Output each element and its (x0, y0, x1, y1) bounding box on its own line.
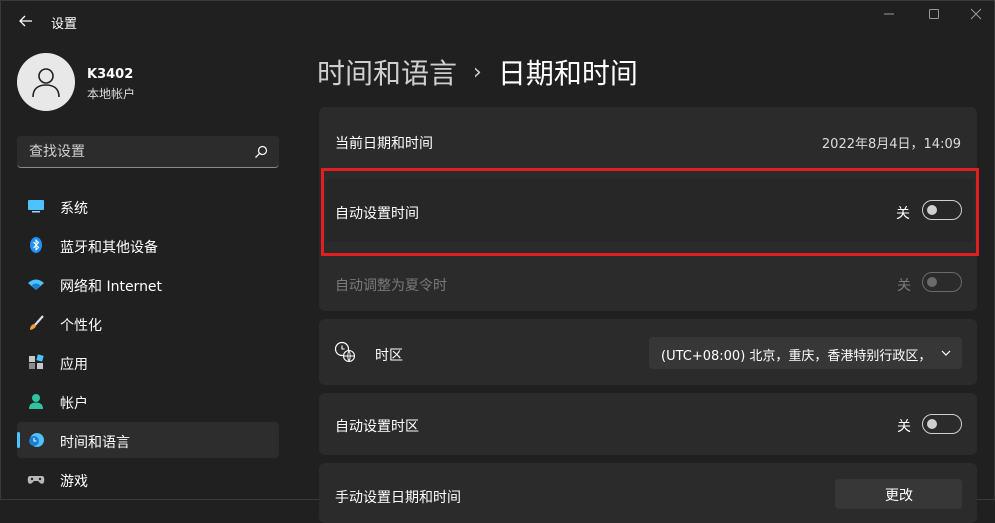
back-button[interactable] (15, 10, 37, 32)
auto-time-state: 关 (896, 206, 910, 222)
auto-dst-toggle[interactable] (922, 272, 962, 292)
chevron-right-icon: › (473, 59, 482, 85)
minimize-icon (884, 13, 894, 15)
maximize-button[interactable] (914, 3, 954, 25)
page-title: 日期和时间 (497, 57, 638, 90)
maximize-icon (929, 9, 939, 19)
sidebar-item-label: 游戏 (60, 474, 88, 490)
close-button[interactable] (956, 3, 995, 25)
auto-dst-label: 自动调整为夏令时 (335, 278, 447, 294)
sidebar-nav: 系统 蓝牙和其他设备 网络和 Internet 个性化 应用 帐户 时间和语言 … (17, 188, 279, 500)
auto-time-row: 自动设置时间 关 (326, 179, 974, 242)
account-type: 本地帐户 (87, 87, 136, 101)
gamepad-icon (27, 476, 45, 484)
app-title: 设置 (51, 17, 78, 32)
change-button[interactable]: 更改 (835, 479, 962, 509)
wifi-icon (28, 279, 44, 290)
timezone-value: (UTC+08:00) 北京，重庆，香港特别行政区， (661, 349, 932, 364)
time-language-icon (29, 433, 44, 447)
sidebar-item-label: 时间和语言 (60, 435, 130, 451)
minimize-button[interactable] (869, 3, 909, 25)
auto-dst-state: 关 (897, 278, 911, 294)
auto-timezone-label: 自动设置时区 (335, 419, 419, 435)
sidebar-item-personalization[interactable]: 个性化 (17, 305, 279, 341)
user-avatar-icon (32, 68, 60, 98)
sidebar-item-system[interactable]: 系统 (17, 188, 279, 224)
globe-clock-icon (334, 341, 356, 363)
avatar[interactable] (17, 53, 75, 111)
current-datetime-label: 当前日期和时间 (335, 136, 433, 152)
auto-timezone-state: 关 (897, 419, 911, 435)
sidebar-item-accounts[interactable]: 帐户 (17, 383, 279, 419)
apps-icon (29, 354, 44, 369)
change-button-label: 更改 (885, 488, 913, 504)
title-bar: 设置 (1, 1, 995, 41)
sidebar-item-label: 系统 (60, 201, 88, 217)
breadcrumb-parent[interactable]: 时间和语言 (317, 52, 457, 92)
user-name: K3402 (87, 67, 134, 82)
sidebar-item-time-language[interactable]: 时间和语言 (17, 422, 279, 458)
search-input[interactable] (27, 140, 247, 164)
bluetooth-icon (30, 237, 42, 253)
system-icon (28, 200, 44, 213)
sidebar-item-label: 蓝牙和其他设备 (60, 240, 158, 256)
breadcrumb: 时间和语言 › 日期和时间 (317, 51, 638, 93)
sidebar-item-network[interactable]: 网络和 Internet (17, 266, 279, 302)
chevron-down-icon (941, 350, 951, 356)
auto-timezone-card: 自动设置时区 关 (319, 393, 977, 455)
sidebar-item-bluetooth[interactable]: 蓝牙和其他设备 (17, 227, 279, 263)
timezone-label: 时区 (375, 348, 403, 364)
search-icon[interactable] (253, 144, 269, 160)
person-icon (29, 394, 43, 409)
timezone-dropdown[interactable]: (UTC+08:00) 北京，重庆，香港特别行政区， (649, 337, 962, 369)
auto-time-label: 自动设置时间 (335, 206, 419, 222)
current-datetime-value: 2022年8月4日，14:09 (821, 137, 961, 152)
brush-icon (30, 315, 44, 330)
close-icon (970, 8, 982, 20)
auto-time-toggle[interactable] (922, 200, 962, 220)
search-box[interactable] (17, 136, 279, 168)
sidebar-item-label: 网络和 Internet (60, 279, 163, 295)
sidebar-item-label: 帐户 (60, 396, 88, 412)
manual-datetime-label: 手动设置日期和时间 (335, 490, 461, 506)
sidebar-item-apps[interactable]: 应用 (17, 344, 279, 380)
auto-timezone-toggle[interactable] (922, 414, 962, 434)
sidebar-item-label: 应用 (60, 357, 88, 373)
sidebar-item-label: 个性化 (60, 318, 102, 334)
sidebar-item-gaming[interactable]: 游戏 (17, 461, 279, 497)
arrow-left-icon (19, 15, 32, 27)
